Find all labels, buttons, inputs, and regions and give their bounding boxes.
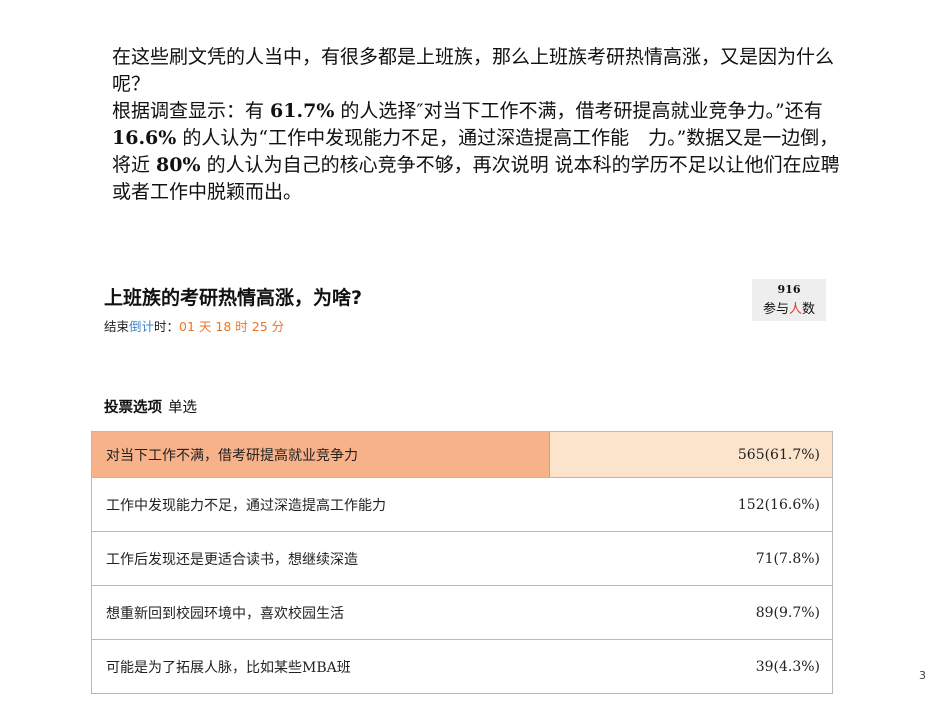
option-label: 想重新回到校园环境中，喜欢校园生活 <box>106 605 344 622</box>
countdown-prefix: 结束 <box>104 319 130 334</box>
poll-countdown: 结束倒计时：01 天 18 时 25 分 <box>104 316 284 335</box>
poll-option[interactable]: 想重新回到校园环境中，喜欢校园生活 89(9.7%) <box>92 586 832 640</box>
countdown-mid: 时： <box>154 319 180 334</box>
option-value: 565(61.7%) <box>737 446 820 463</box>
poll-title: 上班族的考研热情高涨，为啥? <box>104 287 363 309</box>
poll-option[interactable]: 可能是为了拓展人脉，比如某些MBA班 39(4.3%) <box>92 640 832 694</box>
p2-text-c: 的人选择″对当下工作不满，借考研提高就业竞争力。”还有 <box>334 100 823 122</box>
option-label: 可能是为了拓展人脉，比如某些MBA班 <box>106 659 351 676</box>
option-label: 对当下工作不满，借考研提高就业竞争力 <box>106 447 358 464</box>
p2-stat-2: 16.6% <box>112 127 177 149</box>
poll-option[interactable]: 对当下工作不满，借考研提高就业竞争力 565(61.7%) <box>92 432 832 478</box>
p2-text-a: 根据调查显示：有 <box>112 100 271 122</box>
option-label: 工作中发现能力不足，通过深造提高工作能力 <box>106 497 386 514</box>
p2-stat-1: 61.7% <box>270 100 335 122</box>
participants-label-c: 数 <box>802 302 816 317</box>
poll-options-list: 对当下工作不满，借考研提高就业竞争力 565(61.7%) 工作中发现能力不足，… <box>91 431 833 694</box>
countdown-highlight: 倒计 <box>129 319 155 334</box>
participants-count: 916 <box>777 283 801 296</box>
participants-label-a: 参与 <box>762 302 789 317</box>
poll-option[interactable]: 工作中发现能力不足，通过深造提高工作能力 152(16.6%) <box>92 478 832 532</box>
participants-label: 参与人数 <box>752 298 826 317</box>
p2-text-g: 的人认为自己的核心竞争不够，再次说明 说本科的学历不足以让他们在应聘或者工作中脱… <box>112 154 840 203</box>
option-value: 39(4.3%) <box>755 658 820 675</box>
intro-text: 在这些刷文凭的人当中，有很多都是上班族，那么上班族考研热情高涨，又是因为什么呢？… <box>90 44 850 206</box>
vote-options-label: 投票选项 <box>104 400 162 416</box>
vote-options-header: 投票选项 单选 <box>104 396 197 417</box>
vote-type-label: 单选 <box>168 400 197 416</box>
option-value: 152(16.6%) <box>737 496 820 513</box>
intro-paragraph-2: 根据调查显示：有 61.7% 的人选择″对当下工作不满，借考研提高就业竞争力。”… <box>90 98 850 206</box>
participants-badge: 916 参与人数 <box>752 279 826 321</box>
participants-label-b: 人 <box>788 302 802 317</box>
countdown-value: 01 天 18 时 25 分 <box>179 319 285 334</box>
option-value: 89(9.7%) <box>755 604 820 621</box>
p2-stat-3: 80% <box>156 154 201 176</box>
page-number: 3 <box>919 669 926 682</box>
intro-paragraph-1: 在这些刷文凭的人当中，有很多都是上班族，那么上班族考研热情高涨，又是因为什么呢？ <box>112 46 835 95</box>
poll-option[interactable]: 工作后发现还是更适合读书，想继续深造 71(7.8%) <box>92 532 832 586</box>
option-value: 71(7.8%) <box>755 550 820 567</box>
option-label: 工作后发现还是更适合读书，想继续深造 <box>106 551 358 568</box>
